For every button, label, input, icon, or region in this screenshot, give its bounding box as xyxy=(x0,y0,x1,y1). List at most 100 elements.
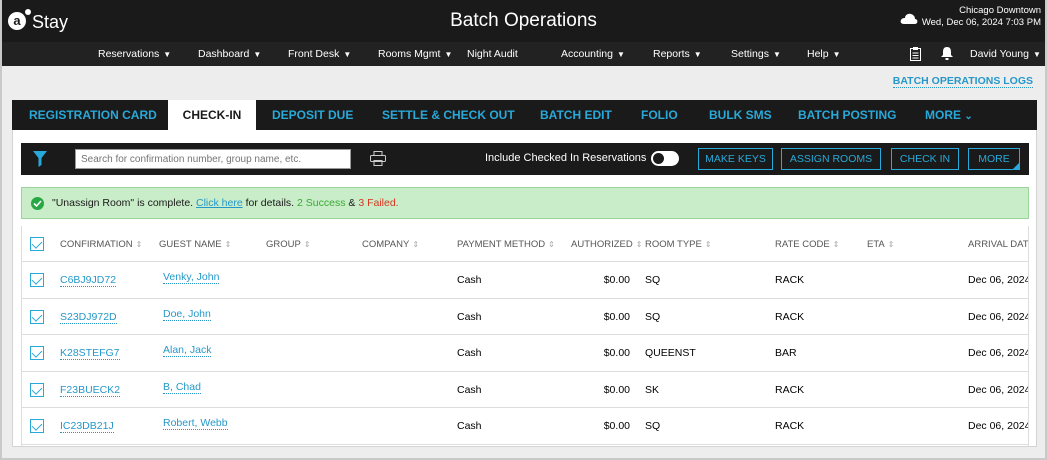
row-checkbox[interactable] xyxy=(30,273,44,287)
main-panel: Include Checked In Reservations MAKE KEY… xyxy=(12,130,1037,447)
confirmation-link[interactable]: K28STEFG7 xyxy=(60,347,120,361)
menu-label: Help xyxy=(807,48,829,60)
assign-rooms-button[interactable]: ASSIGN ROOMS xyxy=(781,148,881,170)
row-checkbox[interactable] xyxy=(30,309,44,324)
arrival-date: Dec 06, 2024 xyxy=(968,420,1029,433)
guest-name-link[interactable]: B, Chad xyxy=(163,381,201,394)
guest-name-link[interactable]: Robert, Webb xyxy=(163,417,228,431)
menu-rooms-mgmt[interactable]: Rooms Mgmt ▼ xyxy=(378,48,452,60)
tab-bulk-sms[interactable]: BULK SMS xyxy=(709,100,772,130)
menu-accounting[interactable]: Accounting ▼ xyxy=(561,48,625,60)
column-header-company[interactable]: COMPANY ⇕ xyxy=(362,239,419,250)
confirmation-link[interactable]: F23BUECK2 xyxy=(60,384,121,397)
column-header-eta[interactable]: ETA ⇕ xyxy=(867,239,894,250)
check-in-button[interactable]: CHECK IN xyxy=(891,148,959,170)
table-row[interactable]: S23DJ972D Doe, John Cash $0.00 SQ RACK D… xyxy=(22,299,1028,336)
payment-method: Cash xyxy=(457,274,482,286)
arrival-date: Dec 06, 2024 xyxy=(968,347,1029,360)
guest-name-link[interactable]: Venky, John xyxy=(163,271,220,284)
room-type: SQ xyxy=(645,310,661,323)
row-checkbox[interactable] xyxy=(30,419,44,434)
tab-batch-edit[interactable]: BATCH EDIT xyxy=(540,100,612,130)
column-header-confirmation[interactable]: CONFIRMATION ⇕ xyxy=(60,239,142,250)
user-menu[interactable]: David Young ▼ xyxy=(970,48,1041,60)
column-header-authorized[interactable]: AUTHORIZED ⇕ xyxy=(571,239,642,250)
room-type: QUEENST xyxy=(645,347,696,360)
include-checked-in-toggle[interactable] xyxy=(651,151,679,166)
banner-success-count: 2 Success xyxy=(297,197,346,209)
column-header-room-type[interactable]: ROOM TYPE ⇕ xyxy=(645,239,712,250)
menu-night-audit[interactable]: Night Audit xyxy=(467,48,518,60)
column-label: ROOM TYPE xyxy=(645,239,702,250)
menu-help[interactable]: Help ▼ xyxy=(807,48,841,60)
bell-icon[interactable] xyxy=(941,47,953,60)
chevron-down-icon: ▼ xyxy=(1032,50,1041,59)
guest-name-link[interactable]: Alan, Jack xyxy=(163,344,212,358)
search-input[interactable] xyxy=(75,149,351,169)
authorized-amount: $0.00 xyxy=(603,274,630,286)
tab-more[interactable]: MORE ⌄ xyxy=(925,100,973,130)
column-header-rate-code[interactable]: RATE CODE ⇕ xyxy=(775,239,839,250)
menu-label: Reports xyxy=(653,48,690,60)
column-label: COMPANY xyxy=(362,239,410,250)
room-type: SK xyxy=(645,383,660,396)
column-header-group[interactable]: GROUP ⇕ xyxy=(266,239,311,250)
confirmation-link[interactable]: S23DJ972D xyxy=(60,311,117,324)
table-row[interactable]: IC23DB21J Robert, Webb Cash $0.00 SQ RAC… xyxy=(22,408,1029,445)
location: Chicago Downtown xyxy=(959,5,1041,16)
table-row[interactable]: C6BJ9JD72 Venky, John Cash $0.00 SQ RACK… xyxy=(22,262,1028,299)
confirmation-link[interactable]: C6BJ9JD72 xyxy=(60,274,117,287)
chevron-down-icon: ▼ xyxy=(163,50,172,59)
menu-reservations[interactable]: Reservations ▼ xyxy=(98,48,171,60)
table-row[interactable]: K28STEFG7 Alan, Jack Cash $0.00 QUEENST … xyxy=(22,335,1029,372)
menu-front-desk[interactable]: Front Desk ▼ xyxy=(288,48,351,60)
make-keys-button[interactable]: MAKE KEYS xyxy=(698,148,773,170)
clipboard-icon[interactable] xyxy=(910,47,921,61)
menu-label: Front Desk xyxy=(288,48,340,60)
tab-deposit-due[interactable]: DEPOSIT DUE xyxy=(272,100,353,130)
row-checkbox[interactable] xyxy=(30,382,44,397)
payment-method: Cash xyxy=(457,310,482,323)
payment-method: Cash xyxy=(457,347,482,360)
banner-failed-count: 3 Failed. xyxy=(358,197,399,209)
sort-icon: ⇕ xyxy=(224,240,232,249)
batch-operations-logs-link[interactable]: BATCH OPERATIONS LOGS xyxy=(892,75,1033,88)
tab-check-in[interactable]: CHECK-IN xyxy=(168,100,256,132)
user-name: David Young xyxy=(970,48,1029,60)
authorized-amount: $0.00 xyxy=(603,310,630,323)
sort-icon: ⇕ xyxy=(303,240,311,249)
printer-icon[interactable] xyxy=(370,151,386,166)
select-all-checkbox[interactable] xyxy=(30,237,44,251)
banner-amp: & xyxy=(348,197,356,209)
rate-code: RACK xyxy=(775,274,805,286)
more-actions-button[interactable]: MORE xyxy=(968,148,1020,170)
column-header-payment-method[interactable]: PAYMENT METHOD ⇕ xyxy=(457,239,555,250)
guest-name-link[interactable]: Doe, John xyxy=(163,308,211,321)
tab-folio[interactable]: FOLIO xyxy=(641,100,678,130)
tab-registration-card[interactable]: REGISTRATION CARD xyxy=(29,100,157,130)
sort-icon: ⇕ xyxy=(704,240,712,249)
payment-method: Cash xyxy=(457,420,482,433)
authorized-amount: $0.00 xyxy=(603,383,630,396)
banner-details-link[interactable]: Click here xyxy=(196,197,243,209)
column-header-guest-name[interactable]: GUEST NAME ⇕ xyxy=(159,239,231,250)
tab-batch-posting[interactable]: BATCH POSTING xyxy=(798,100,896,130)
column-label: RATE CODE xyxy=(775,239,830,250)
menu-label: Reservations xyxy=(98,48,160,60)
column-header-arrival-date[interactable]: ARRIVAL DATE xyxy=(968,239,1028,250)
row-checkbox[interactable] xyxy=(30,346,44,361)
menu-settings[interactable]: Settings ▼ xyxy=(731,48,781,60)
chevron-down-icon: ▼ xyxy=(616,50,625,59)
column-label: CONFIRMATION xyxy=(60,239,133,250)
menu-dashboard[interactable]: Dashboard ▼ xyxy=(198,48,261,60)
banner-after-link: for details. xyxy=(245,197,295,209)
table-row[interactable]: F23BUECK2 B, Chad Cash $0.00 SK RACK Dec… xyxy=(22,372,1028,409)
menu-reports[interactable]: Reports ▼ xyxy=(653,48,702,60)
confirmation-link[interactable]: IC23DB21J xyxy=(60,420,114,434)
main-menu: Reservations ▼ Dashboard ▼ Front Desk ▼ Roo… xyxy=(2,42,1045,66)
tab-settle-check-out[interactable]: SETTLE & CHECK OUT xyxy=(382,100,515,130)
filter-icon[interactable] xyxy=(33,151,47,167)
location-datetime: Chicago Downtown Wed, Dec 06, 2024 7:03 … xyxy=(922,5,1041,29)
rate-code: BAR xyxy=(775,347,797,360)
rate-code: RACK xyxy=(775,420,805,433)
